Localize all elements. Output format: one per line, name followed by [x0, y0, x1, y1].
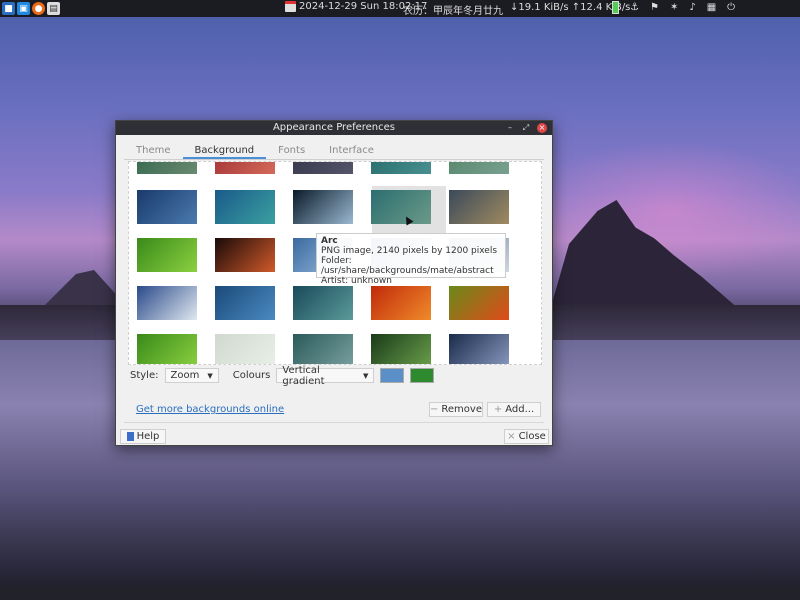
wallpaper-thumbnail-green-arrow[interactable] [215, 334, 275, 364]
system-tray: ⚓ ⚑ ✶ ♪ ▦ ⏻ [612, 1, 735, 14]
tooltip-line2: Folder: /usr/share/backgrounds/mate/abst… [321, 256, 494, 276]
tooltip-line3: Artist: unknown [321, 276, 392, 286]
lunar-date: 农历：甲辰年冬月廿九 [403, 6, 503, 17]
calendar-icon [285, 1, 296, 12]
primary-color-button[interactable] [380, 368, 405, 383]
maximize-icon[interactable]: ⤢ [521, 123, 531, 133]
wallpaper-thumbnail-arc-teal[interactable] [371, 190, 431, 224]
tab-theme[interactable]: Theme [124, 143, 183, 159]
window-titlebar[interactable]: Appearance Preferences – ⤢ × [116, 121, 552, 135]
wallpaper-thumbnail-red-flower[interactable] [449, 286, 509, 320]
wallpaper-thumbnail-top-row-1[interactable] [137, 162, 197, 174]
minus-icon: − [430, 404, 439, 415]
close-x-icon: × [507, 431, 516, 442]
bottom-panel [0, 585, 800, 600]
remove-button[interactable]: − Remove [429, 402, 483, 417]
close-button[interactable]: × Close [504, 429, 549, 444]
remove-label: Remove [441, 404, 482, 415]
wallpaper-thumbnail-snow-peaks[interactable] [137, 286, 197, 320]
tooltip-name: Arc [321, 236, 338, 246]
wallpaper-thumbnail-grass[interactable] [137, 334, 197, 364]
add-label: Add... [505, 404, 535, 415]
colours-label: Colours [232, 370, 271, 381]
window-title: Appearance Preferences [272, 122, 396, 133]
wallpaper-thumbnail-lake-dusk[interactable] [449, 334, 509, 364]
chevron-down-icon: ▼ [362, 371, 369, 380]
wallpaper-thumbnail-helix-nebula[interactable] [215, 238, 275, 272]
help-icon [126, 432, 134, 441]
wallpaper-thumbnail-blue-dots[interactable] [137, 190, 197, 224]
tab-background[interactable]: Background [182, 143, 267, 159]
wallpaper-thumbnail-top-row-4[interactable] [371, 162, 431, 174]
wallpaper-thumbnail-lake-mountains[interactable] [215, 190, 275, 224]
bluetooth-icon[interactable]: ✶ [670, 2, 678, 13]
help-button[interactable]: Help [120, 429, 166, 444]
tab-bar: Theme Background Fonts Interface [124, 143, 544, 160]
wallpaper-thumbnail-alpine-sunset[interactable] [449, 190, 509, 224]
wallpaper-thumbnail-green-leaf[interactable] [137, 238, 197, 272]
wallpaper-thumbnail-orange-flower[interactable] [371, 286, 431, 320]
style-value: Zoom [170, 370, 200, 381]
colours-select[interactable]: Vertical gradient ▼ [276, 365, 375, 387]
tab-fonts[interactable]: Fonts [266, 143, 317, 159]
wallpaper-thumbnail-top-row-5[interactable] [449, 162, 509, 174]
wallpaper-thumbnail-teal-wave[interactable] [293, 334, 353, 364]
add-button[interactable]: + Add... [487, 402, 541, 417]
plus-icon: + [493, 404, 503, 415]
wallpaper-thumbnail-green-plant[interactable] [371, 334, 431, 364]
get-more-backgrounds-link[interactable]: Get more backgrounds online [136, 404, 284, 415]
wallpaper-thumbnail-water-drop[interactable] [293, 190, 353, 224]
wallpaper-thumbnail-top-row-3[interactable] [293, 162, 353, 174]
firefox-icon[interactable]: ● [32, 2, 45, 15]
top-panel: ■ ▣ ● ▤ 2024-12-29 Sun 18:02:17 农历：甲辰年冬月… [0, 0, 800, 17]
minimize-icon[interactable]: – [505, 123, 515, 133]
battery-icon[interactable] [612, 1, 619, 14]
wallpaper-thumbnail-top-row-2[interactable] [215, 162, 275, 174]
volume-icon[interactable]: ♪ [689, 2, 695, 13]
net-down: ↓19.1 KiB/s [510, 2, 569, 13]
power-icon[interactable]: ⏻ [727, 2, 735, 13]
style-select[interactable]: Zoom ▼ [164, 368, 219, 383]
files-icon[interactable]: ▤ [47, 2, 60, 15]
separator [124, 422, 544, 423]
wallpaper-tooltip: Arc PNG image, 2140 pixels by 1200 pixel… [316, 233, 506, 286]
wallpaper-thumbnail-blue-bubbles[interactable] [215, 286, 275, 320]
close-icon[interactable]: × [537, 123, 547, 133]
network-icon[interactable]: ▦ [707, 2, 716, 13]
terminal-icon[interactable]: ■ [2, 2, 15, 15]
secondary-color-button[interactable] [410, 368, 435, 383]
flag-icon[interactable]: ⚑ [650, 2, 659, 13]
style-label: Style: [130, 370, 159, 381]
close-label: Close [518, 431, 546, 442]
wallpaper-thumbnail-teal-gradient[interactable] [293, 286, 353, 320]
style-row: Style: Zoom ▼ Colours Vertical gradient … [130, 365, 435, 387]
colours-value: Vertical gradient [282, 364, 325, 387]
app-launcher-icon[interactable]: ▣ [17, 2, 30, 15]
tab-interface[interactable]: Interface [317, 143, 386, 159]
usb-icon[interactable]: ⚓ [630, 2, 639, 13]
help-label: Help [136, 431, 160, 442]
chevron-down-icon: ▼ [207, 371, 213, 380]
tooltip-line1: PNG image, 2140 pixels by 1200 pixels [321, 246, 498, 256]
